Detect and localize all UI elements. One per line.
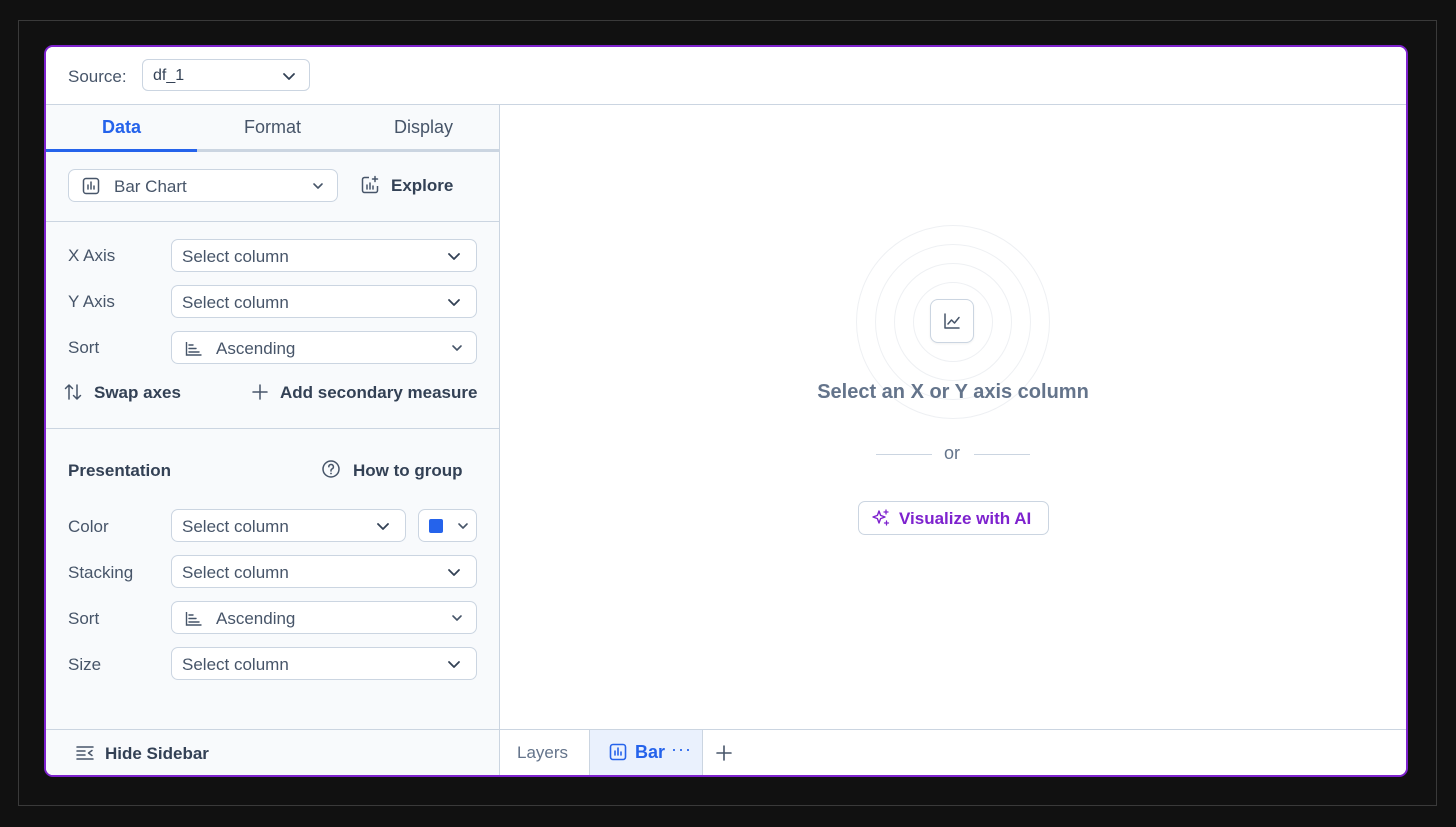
tab-format[interactable]: Format (197, 105, 348, 149)
hide-sidebar-label: Hide Sidebar (105, 744, 209, 763)
sort-ascending-icon (184, 338, 204, 358)
chevron-down-icon (446, 656, 462, 672)
divider-line (974, 454, 1030, 455)
stacking-select[interactable]: Select column (171, 555, 477, 588)
chevron-down-icon (455, 518, 471, 534)
chevron-down-icon (281, 68, 297, 84)
divider-line (876, 454, 932, 455)
tab-data[interactable]: Data (46, 105, 197, 152)
color-swatch (429, 519, 443, 533)
chart-type-value: Bar Chart (114, 177, 187, 196)
how-to-group-button[interactable]: How to group (321, 456, 471, 482)
presentation-title: Presentation (68, 461, 171, 480)
swap-axes-label: Swap axes (94, 383, 181, 402)
layer-tab-label: Bar (635, 742, 666, 762)
add-secondary-measure-label: Add secondary measure (280, 383, 478, 402)
chevron-down-icon (446, 248, 462, 264)
color-swatch-select[interactable] (418, 509, 477, 542)
chevron-down-icon (375, 518, 391, 534)
stacking-placeholder: Select column (182, 563, 289, 582)
more-options-icon[interactable]: ··· (671, 739, 692, 760)
plus-icon (250, 382, 270, 402)
sort-label: Sort (68, 338, 100, 357)
layer-tab-bar[interactable]: Bar ··· (589, 730, 703, 775)
chart-canvas: Select an X or Y axis column or Visualiz… (500, 105, 1406, 729)
add-secondary-measure-button[interactable]: Add secondary measure (250, 379, 488, 405)
stacking-label: Stacking (68, 563, 134, 582)
explore-button[interactable]: Explore (360, 169, 460, 202)
presentation-section: Presentation How to group Color Select c… (46, 429, 499, 729)
sidebar-footer: Hide Sidebar (46, 729, 499, 775)
chevron-down-icon (446, 294, 462, 310)
color-label: Color (68, 517, 109, 536)
sparkles-icon (871, 508, 891, 528)
bar-chart-icon (608, 742, 628, 762)
y-axis-select[interactable]: Select column (171, 285, 477, 318)
or-divider: or (876, 443, 1032, 465)
chevron-down-icon (310, 178, 326, 194)
color-select[interactable]: Select column (171, 509, 406, 542)
help-circle-icon (321, 459, 341, 479)
presentation-sort-value: Ascending (216, 609, 296, 628)
x-axis-placeholder: Select column (182, 247, 289, 266)
visualize-with-ai-button[interactable]: Visualize with AI (858, 501, 1049, 535)
y-axis-placeholder: Select column (182, 293, 289, 312)
source-value: df_1 (153, 67, 185, 84)
sort-select[interactable]: Ascending (171, 331, 477, 364)
presentation-sort-select[interactable]: Ascending (171, 601, 477, 634)
or-text: or (944, 443, 961, 463)
line-chart-icon (942, 311, 962, 331)
source-label: Source: (68, 67, 127, 86)
layers-bar: Layers Bar ··· (500, 729, 1406, 775)
axes-section: X Axis Select column Y Axis Select colum… (46, 222, 499, 429)
sort-value: Ascending (216, 339, 296, 358)
empty-state-title: Select an X or Y axis column (817, 381, 1089, 403)
sidebar: Data Format Display Bar Chart Explore X … (46, 105, 500, 775)
hide-sidebar-button[interactable]: Hide Sidebar (75, 740, 225, 766)
bar-chart-icon (81, 176, 101, 196)
chart-type-row: Bar Chart Explore (46, 152, 499, 222)
chart-plus-icon (360, 175, 380, 195)
visualize-with-ai-label: Visualize with AI (899, 509, 1032, 528)
how-to-group-label: How to group (353, 461, 463, 480)
x-axis-label: X Axis (68, 246, 116, 265)
source-bar: Source: df_1 (46, 47, 1406, 105)
chevron-down-icon (449, 340, 465, 356)
y-axis-label: Y Axis (68, 292, 115, 311)
sidebar-tabs: Data Format Display (46, 105, 499, 152)
layers-label: Layers (517, 743, 569, 762)
x-axis-select[interactable]: Select column (171, 239, 477, 272)
chevron-down-icon (449, 610, 465, 626)
swap-icon (63, 382, 83, 402)
color-placeholder: Select column (182, 517, 289, 536)
tab-display[interactable]: Display (348, 105, 499, 149)
sort-ascending-icon (184, 608, 204, 628)
size-label: Size (68, 655, 102, 674)
size-select[interactable]: Select column (171, 647, 477, 680)
line-chart-icon-box (930, 299, 974, 343)
explore-label: Explore (391, 176, 454, 195)
chart-type-select[interactable]: Bar Chart (68, 169, 338, 202)
presentation-sort-label: Sort (68, 609, 100, 628)
swap-axes-button[interactable]: Swap axes (63, 379, 193, 405)
add-layer-button[interactable] (712, 741, 736, 765)
plus-icon (714, 743, 734, 763)
chevron-down-icon (446, 564, 462, 580)
chart-editor-window: Source: df_1 Data Format Display Bar Cha… (44, 45, 1408, 777)
size-placeholder: Select column (182, 655, 289, 674)
collapse-sidebar-icon (75, 743, 95, 763)
source-select[interactable]: df_1 (142, 59, 310, 91)
